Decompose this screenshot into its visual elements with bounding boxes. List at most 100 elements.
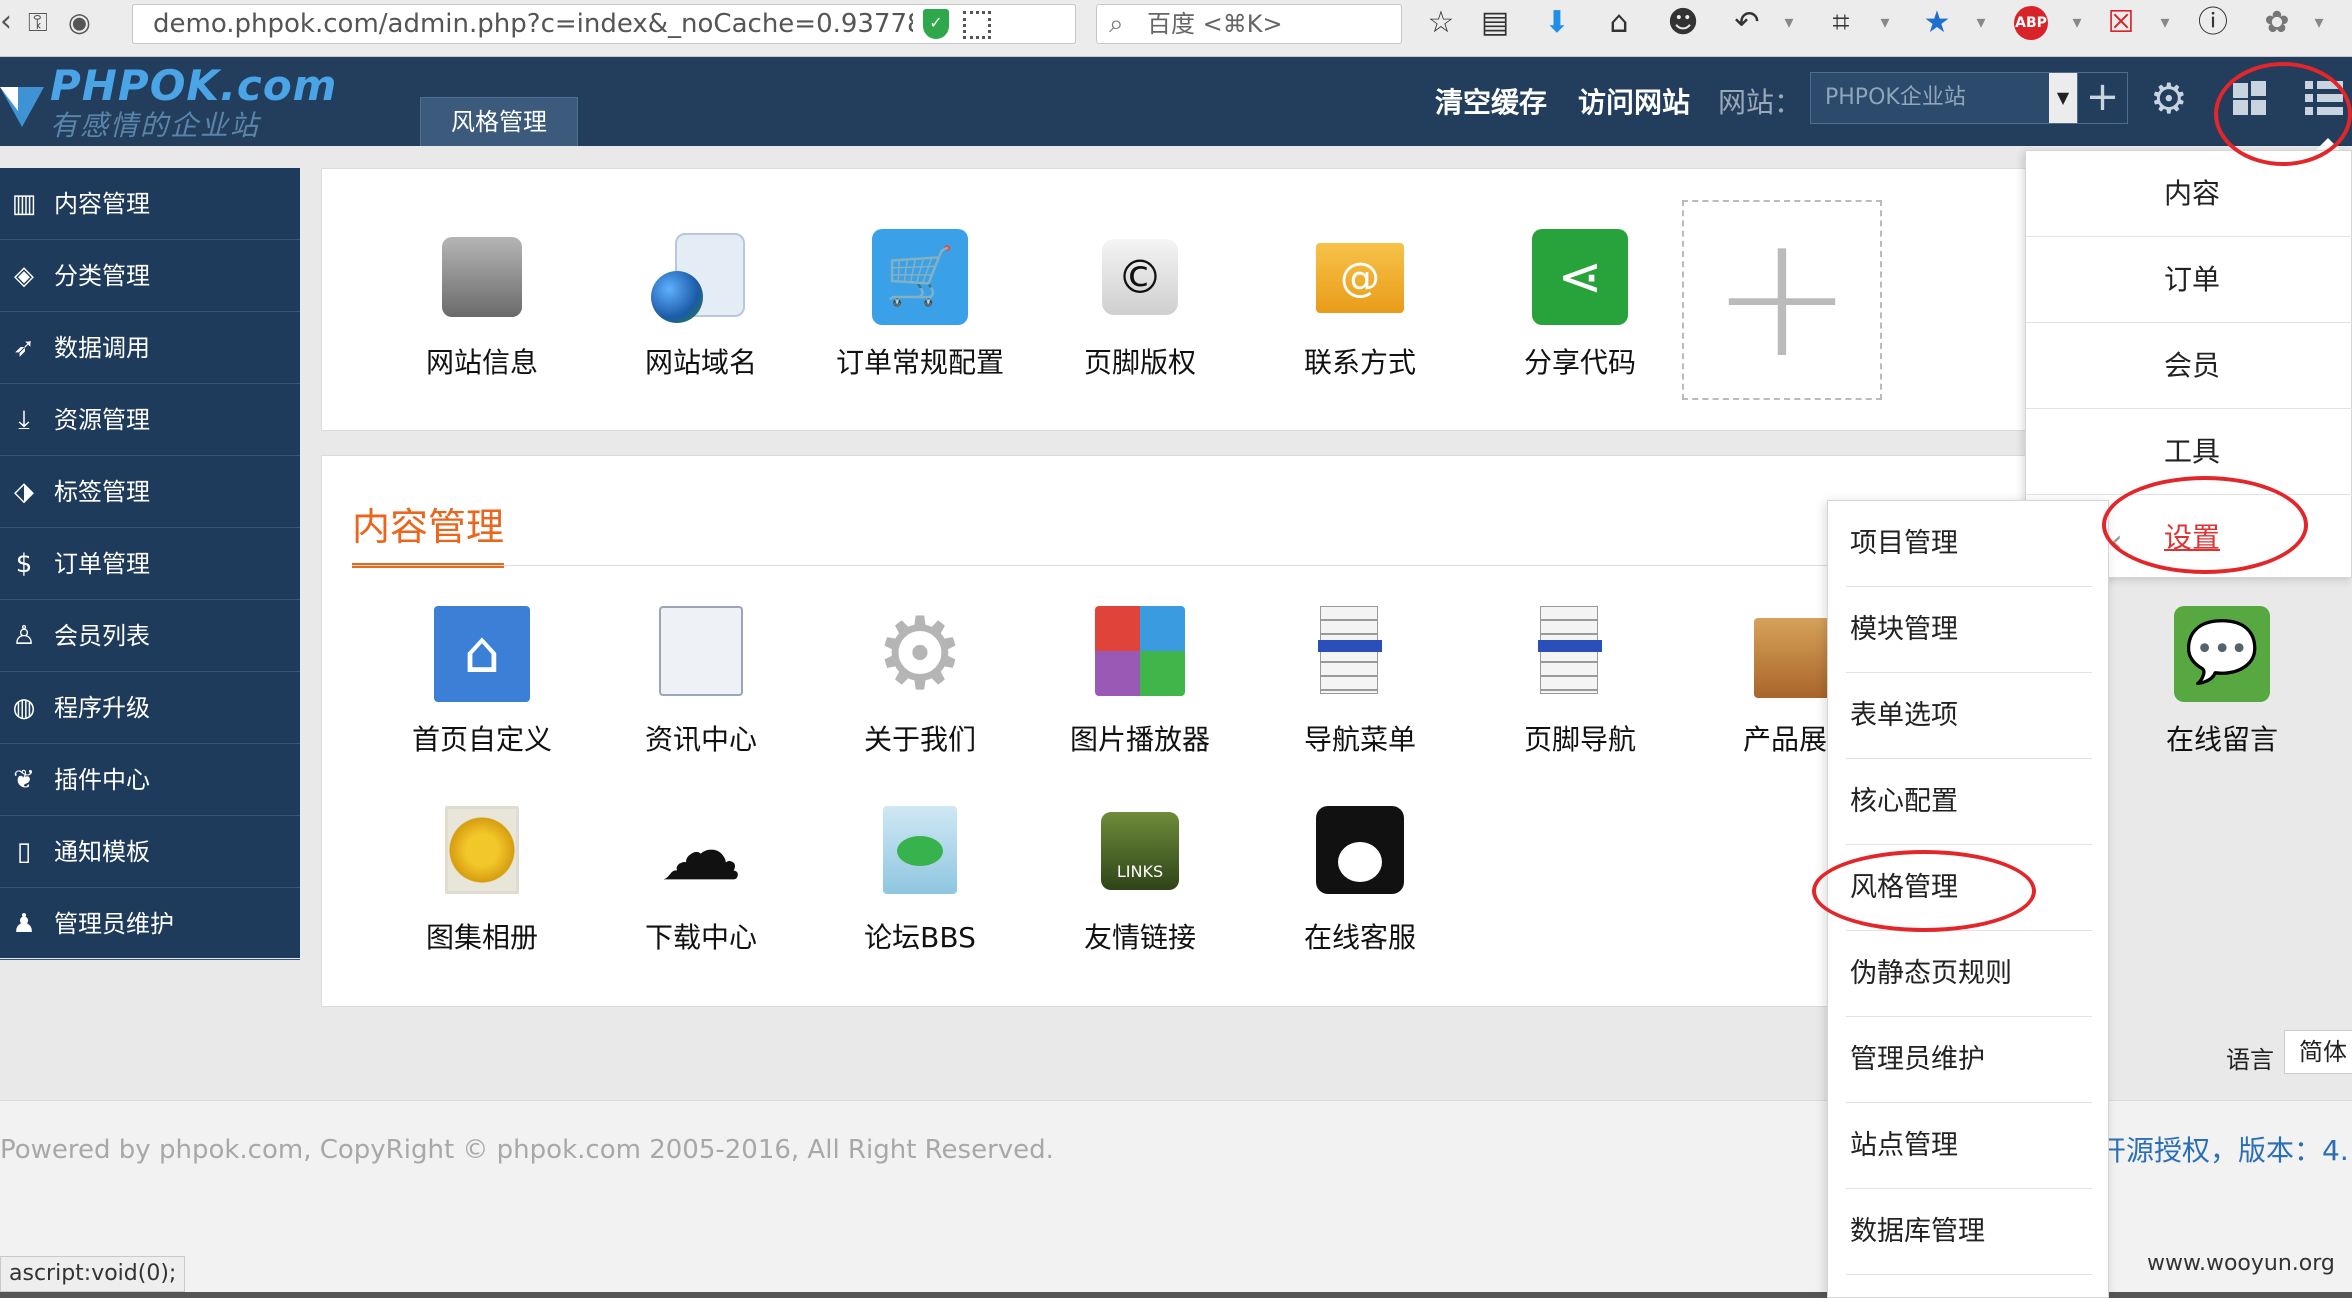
extension-icon[interactable]: ✿: [2258, 4, 2296, 42]
tile-footer-copyright[interactable]: © 页脚版权: [1040, 229, 1240, 389]
settings-panel: 网站信息 网站域名 🛒 订单常规配置 © 页脚版权 @ 联系方式 ⋖ 分享代码 …: [321, 168, 2030, 431]
tile-online-service[interactable]: 在线客服: [1260, 806, 1460, 966]
bookmark-star-icon[interactable]: ☆: [1422, 4, 1460, 42]
crop-dropdown-icon[interactable]: ▾: [1866, 4, 1904, 42]
reading-list-icon[interactable]: ▤: [1476, 4, 1514, 42]
extension-dropdown-icon[interactable]: ▾: [2300, 4, 2338, 42]
shield-icon[interactable]: ✓: [923, 9, 949, 39]
language-select[interactable]: 简体: [2284, 1030, 2352, 1074]
visit-site-link[interactable]: 访问网站: [1578, 81, 1690, 121]
tile-share-code[interactable]: ⋖ 分享代码: [1480, 229, 1680, 389]
tile-site-domain[interactable]: 网站域名: [601, 229, 801, 389]
menu-item-orders[interactable]: 订单: [2026, 237, 2352, 323]
site-label: 网站：: [1718, 86, 1803, 119]
url-text[interactable]: demo.phpok.com/admin.php?c=index&_noCach…: [153, 5, 913, 43]
url-bar[interactable]: demo.phpok.com/admin.php?c=index&_noCach…: [132, 4, 1187, 44]
script-dropdown-icon[interactable]: ▾: [2146, 4, 2184, 42]
home-icon: ⌂: [434, 606, 530, 702]
blocked-script-icon[interactable]: ☒: [2102, 4, 2140, 42]
tile-friend-links[interactable]: LINKS 友情链接: [1040, 806, 1240, 966]
crop-icon[interactable]: ⌗: [1822, 4, 1860, 42]
dollar-circle-icon: $: [15, 549, 33, 579]
tile-label: 导航菜单: [1303, 723, 1416, 756]
add-shortcut-button[interactable]: +: [1682, 200, 1882, 400]
submenu-item-core-config[interactable]: 核心配置: [1846, 759, 2092, 845]
tile-online-message[interactable]: 💬 在线留言: [2122, 606, 2322, 766]
tile-contact[interactable]: @ 联系方式: [1260, 229, 1460, 389]
download-tray-icon: ⤓: [18, 405, 30, 435]
tile-footer-nav[interactable]: 页脚导航: [1480, 606, 1680, 766]
search-icon: ⌕: [1109, 9, 1124, 39]
sidebar-item-plugins[interactable]: ❦ 插件中心: [0, 744, 300, 816]
email-envelope-icon: @: [1316, 243, 1404, 313]
browser-toolbar: ‹ ⚿ ◉ demo.phpok.com/admin.php?c=index&_…: [0, 0, 2352, 57]
sidebar-item-content[interactable]: ▥ 内容管理: [0, 168, 300, 240]
tile-label: 在线客服: [1303, 921, 1416, 954]
tile-home-custom[interactable]: ⌂ 首页自定义: [382, 606, 582, 766]
sidebar-item-data-call[interactable]: ➶ 数据调用: [0, 312, 300, 384]
chat-icon[interactable]: ☻: [1664, 4, 1702, 42]
home-icon[interactable]: ⌂: [1600, 4, 1638, 42]
adblock-icon[interactable]: ABP: [2014, 6, 2048, 40]
submenu-item-rewrite-rules[interactable]: 伪静态页规则: [1846, 931, 2092, 1017]
undo-dropdown-icon[interactable]: ▾: [1770, 4, 1808, 42]
user-icon: ♙: [12, 621, 36, 651]
chat-bubble-icon: 💬: [2174, 606, 2270, 702]
qr-code-icon[interactable]: [963, 11, 991, 39]
tile-site-info[interactable]: 网站信息: [382, 229, 582, 389]
submenu-item-sites[interactable]: 站点管理: [1846, 1103, 2092, 1189]
divider: [352, 565, 1952, 566]
undo-icon[interactable]: ↶: [1728, 4, 1766, 42]
logo-title[interactable]: PHPOK.com: [50, 61, 337, 110]
menu-item-content[interactable]: 内容: [2026, 151, 2352, 237]
sidebar-item-admins[interactable]: ♟ 管理员维护: [0, 888, 300, 960]
search-input[interactable]: ⌕ 百度 <⌘K>: [1096, 4, 1402, 44]
site-select[interactable]: PHPOK企业站 ▼: [1810, 72, 2078, 124]
sidebar-item-category[interactable]: ◈ 分类管理: [0, 240, 300, 312]
sidebar-item-templates[interactable]: ▯ 通知模板: [0, 816, 300, 888]
submenu-item-modules[interactable]: 模块管理: [1846, 587, 2092, 673]
notepad-pen-icon: [659, 606, 743, 696]
tile-news-center[interactable]: 资讯中心: [601, 606, 801, 766]
tile-photo-album[interactable]: 图集相册: [382, 806, 582, 966]
tile-download-center[interactable]: ☁ 下载中心: [601, 806, 801, 966]
clear-cache-link[interactable]: 清空缓存: [1435, 81, 1547, 121]
submenu-item-form-options[interactable]: 表单选项: [1846, 673, 2092, 759]
chevron-down-icon[interactable]: ▼: [2049, 73, 2077, 123]
tile-label: 资讯中心: [644, 723, 757, 756]
sidebar-item-orders[interactable]: $ 订单管理: [0, 528, 300, 600]
tile-order-config[interactable]: 🛒 订单常规配置: [820, 229, 1020, 389]
favorite-star-icon[interactable]: ★: [1918, 4, 1956, 42]
back-icon[interactable]: ‹: [0, 4, 12, 39]
tile-picture-player[interactable]: 图片播放器: [1040, 606, 1240, 766]
gear-icon[interactable]: ⚙: [2150, 77, 2188, 121]
menu-item-label: 内容: [2164, 177, 2221, 210]
tile-nav-menu[interactable]: 导航菜单: [1260, 606, 1460, 766]
submenu-item-admins[interactable]: 管理员维护: [1846, 1017, 2092, 1103]
adblock-dropdown-icon[interactable]: ▾: [2058, 4, 2096, 42]
tile-label: 网站域名: [644, 346, 757, 379]
downloads-icon[interactable]: ⬇: [1538, 4, 1576, 42]
sidebar-item-resources[interactable]: ⤓ 资源管理: [0, 384, 300, 456]
footer-license-link[interactable]: 开源授权，版本：4.: [2098, 1129, 2349, 1169]
tab-active[interactable]: 风格管理: [420, 97, 578, 146]
tile-about-us[interactable]: ⚙ 关于我们: [820, 604, 1020, 766]
favorite-dropdown-icon[interactable]: ▾: [1962, 4, 2000, 42]
add-site-button[interactable]: +: [2078, 72, 2128, 124]
www-globe-icon: [651, 271, 703, 323]
sidebar-item-label: 订单管理: [54, 550, 150, 578]
menu-item-label: 会员: [2164, 349, 2221, 382]
sidebar-item-upgrade[interactable]: ◍ 程序升级: [0, 672, 300, 744]
sidebar-item-tags[interactable]: ⬗ 标签管理: [0, 456, 300, 528]
sidebar-item-members[interactable]: ♙ 会员列表: [0, 600, 300, 672]
menu-item-members[interactable]: 会员: [2026, 323, 2352, 409]
info-icon[interactable]: ⓘ: [2194, 4, 2232, 42]
submenu-item-database[interactable]: 数据库管理: [1846, 1189, 2092, 1275]
tile-forum-bbs[interactable]: 论坛BBS: [820, 806, 1020, 966]
site-info-icon[interactable]: ◉: [68, 8, 91, 38]
sidebar-item-label: 程序升级: [54, 694, 150, 722]
submenu-item-projects[interactable]: 项目管理: [1846, 501, 2092, 587]
leaf-icon: ❦: [13, 765, 35, 795]
content-management-panel: 内容管理 ⌂ 首页自定义 资讯中心 ⚙ 关于我们 图片播放器 导航菜单 页脚导航…: [321, 455, 2278, 1007]
search-placeholder[interactable]: 百度 <⌘K>: [1147, 5, 1283, 43]
